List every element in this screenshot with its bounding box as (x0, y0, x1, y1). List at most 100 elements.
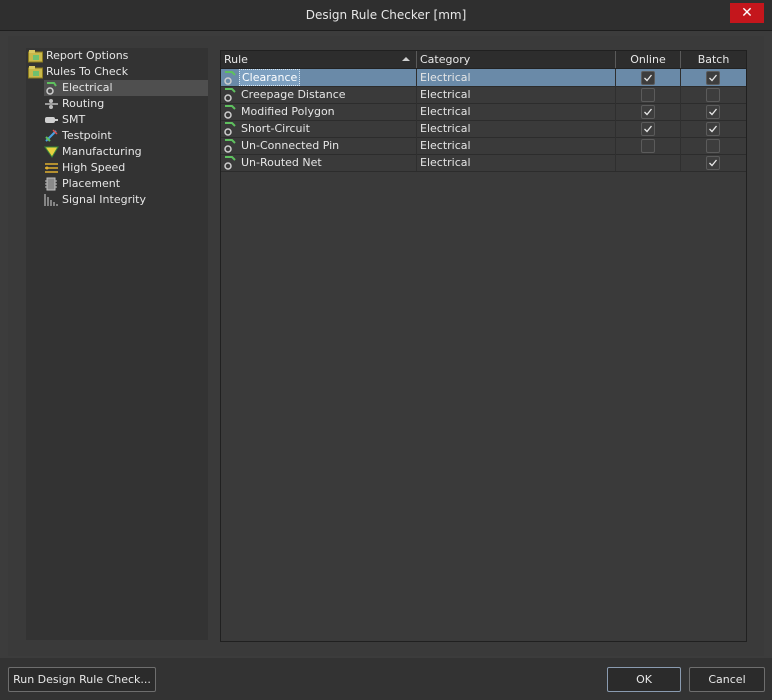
column-header-label: Online (630, 53, 666, 66)
category-cell: Electrical (417, 120, 616, 137)
batch-cell (681, 103, 746, 120)
online-cell (616, 120, 681, 137)
table-row[interactable]: Creepage Distance Electrical (221, 86, 746, 104)
tree-item-label: SMT (62, 113, 86, 126)
column-header-batch[interactable]: Batch (681, 51, 746, 68)
title-bar: Design Rule Checker [mm] ✕ (0, 0, 772, 31)
online-checkbox[interactable] (641, 105, 655, 119)
signal-integrity-rule-icon (44, 193, 59, 207)
smt-rule-icon (44, 113, 59, 127)
category-cell: Electrical (417, 69, 616, 86)
category-cell: Electrical (417, 137, 616, 154)
electrical-rule-icon (223, 155, 237, 170)
rules-tree: Report Options Rules To Check Electrical… (26, 48, 208, 640)
run-drc-button[interactable]: Run Design Rule Check... (8, 667, 156, 692)
high-speed-rule-icon (44, 161, 59, 175)
cancel-button[interactable]: Cancel (689, 667, 765, 692)
table-row[interactable]: Clearance Electrical (221, 69, 746, 87)
tree-item-label: Testpoint (62, 129, 112, 142)
tree-item-label: High Speed (62, 161, 126, 174)
ok-button[interactable]: OK (607, 667, 681, 692)
rule-name: Creepage Distance (241, 88, 346, 101)
batch-checkbox[interactable] (706, 88, 720, 102)
tree-item-placement[interactable]: Placement (44, 176, 206, 192)
close-button[interactable]: ✕ (730, 3, 764, 23)
tree-item-testpoint[interactable]: Testpoint (44, 128, 206, 144)
category-cell: Electrical (417, 86, 616, 103)
tree-item-label: Electrical (62, 81, 113, 94)
sort-ascending-icon (402, 57, 410, 61)
electrical-rule-icon (223, 138, 237, 153)
online-checkbox[interactable] (641, 122, 655, 136)
table-row[interactable]: Un-Routed Net Electrical (221, 154, 746, 172)
folder-rules-icon (28, 65, 43, 79)
manufacturing-rule-icon (44, 145, 59, 159)
tree-item-electrical[interactable]: Electrical (44, 80, 208, 96)
batch-cell (681, 120, 746, 137)
online-checkbox[interactable] (641, 88, 655, 102)
rule-name: Un-Routed Net (241, 156, 322, 169)
column-header-category[interactable]: Category (417, 51, 616, 68)
rule-cell: Short-Circuit (221, 120, 417, 137)
tree-item-label: Routing (62, 97, 105, 110)
batch-cell (681, 69, 746, 86)
tree-item-label: Rules To Check (46, 65, 129, 78)
rule-cell: Clearance (221, 69, 417, 86)
online-cell (616, 103, 681, 120)
batch-checkbox[interactable] (706, 105, 720, 119)
tree-item-smt[interactable]: SMT (44, 112, 206, 128)
online-checkbox[interactable] (641, 139, 655, 153)
online-checkbox[interactable] (641, 71, 655, 85)
column-header-online[interactable]: Online (616, 51, 681, 68)
table-row[interactable]: Short-Circuit Electrical (221, 120, 746, 138)
rule-cell: Creepage Distance (221, 86, 417, 103)
table-row[interactable]: Modified Polygon Electrical (221, 103, 746, 121)
rule-cell: Modified Polygon (221, 103, 417, 120)
tree-item-label: Placement (62, 177, 121, 190)
routing-rule-icon (44, 97, 59, 111)
table-row[interactable]: Un-Connected Pin Electrical (221, 137, 746, 155)
rule-name: Short-Circuit (241, 122, 310, 135)
tree-item-label: Signal Integrity (62, 193, 146, 206)
tree-item-label: Report Options (46, 49, 129, 62)
category-cell: Electrical (417, 154, 616, 171)
online-cell (616, 69, 681, 86)
batch-cell (681, 154, 746, 171)
tree-item-label: Manufacturing (62, 145, 142, 158)
batch-checkbox[interactable] (706, 156, 720, 170)
batch-cell (681, 86, 746, 103)
tree-item-routing[interactable]: Routing (44, 96, 206, 112)
tree-item-signal-integrity[interactable]: Signal Integrity (44, 192, 206, 208)
electrical-rule-icon (223, 104, 237, 119)
rules-grid: Rule Category Online Batch Clearance Elec… (220, 50, 747, 642)
rule-name: Clearance (239, 69, 301, 86)
online-cell (616, 154, 681, 171)
rule-name: Un-Connected Pin (241, 139, 340, 152)
column-header-label: Category (420, 53, 471, 66)
testpoint-rule-icon (44, 129, 59, 143)
column-header-rule[interactable]: Rule (221, 51, 417, 68)
batch-checkbox[interactable] (706, 71, 720, 85)
column-header-label: Rule (224, 53, 248, 66)
rule-cell: Un-Routed Net (221, 154, 417, 171)
window-title: Design Rule Checker [mm] (305, 8, 467, 22)
folder-options-icon (28, 49, 43, 63)
online-cell (616, 137, 681, 154)
electrical-rule-icon (223, 70, 237, 85)
electrical-rule-icon (44, 81, 59, 95)
column-header-label: Batch (697, 53, 730, 66)
batch-checkbox[interactable] (706, 122, 720, 136)
batch-cell (681, 137, 746, 154)
batch-checkbox[interactable] (706, 139, 720, 153)
tree-item-manufacturing[interactable]: Manufacturing (44, 144, 206, 160)
placement-rule-icon (44, 177, 59, 191)
electrical-rule-icon (223, 121, 237, 136)
tree-item-high-speed[interactable]: High Speed (44, 160, 206, 176)
tree-item-rules-to-check[interactable]: Rules To Check (28, 64, 206, 80)
grid-header: Rule Category Online Batch (221, 51, 746, 69)
tree-item-report-options[interactable]: Report Options (28, 48, 206, 64)
category-cell: Electrical (417, 103, 616, 120)
close-icon: ✕ (741, 5, 753, 21)
dialog-footer: Run Design Rule Check... OK Cancel (0, 658, 772, 700)
rule-cell: Un-Connected Pin (221, 137, 417, 154)
